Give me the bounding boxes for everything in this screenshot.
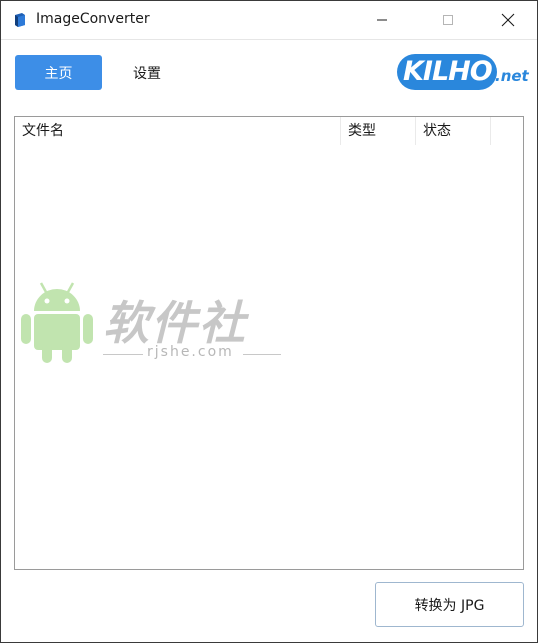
app-window: ImageConverter 主页 设置 KILHO .net 文件名 类型 状… [0,0,538,643]
maximize-button[interactable] [425,1,471,39]
logo-suffix-text: .net [495,67,529,85]
tab-settings[interactable]: 设置 [117,55,177,90]
column-header-type[interactable]: 类型 [341,117,416,145]
tab-home[interactable]: 主页 [15,55,102,90]
list-header: 文件名 类型 状态 [15,117,523,145]
column-header-status[interactable]: 状态 [416,117,491,145]
kilho-logo: KILHO .net [397,52,529,92]
title-bar[interactable]: ImageConverter [1,1,537,40]
logo-main-text: KILHO [403,56,493,87]
close-icon [501,13,515,27]
window-title: ImageConverter [36,11,150,27]
file-list[interactable]: 文件名 类型 状态 [14,116,524,570]
minimize-button[interactable] [359,1,405,39]
convert-to-jpg-button[interactable]: 转换为 JPG [375,582,524,627]
maximize-icon [443,15,453,25]
close-button[interactable] [485,1,531,39]
minimize-icon [377,19,387,21]
app-icon [15,13,25,27]
column-header-filename[interactable]: 文件名 [15,117,341,145]
